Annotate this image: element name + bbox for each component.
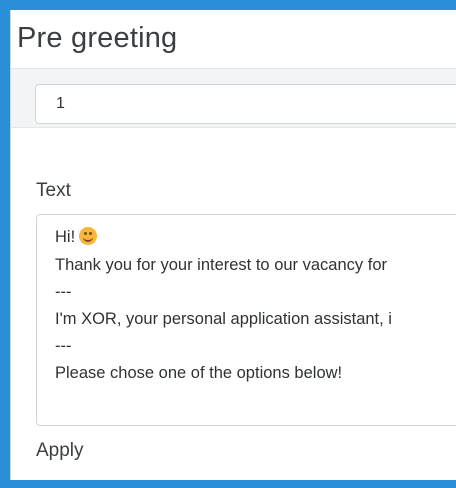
text-line: Hi! — [55, 227, 98, 247]
text-input[interactable]: Hi! Thank you for your interest to our v… — [36, 214, 456, 426]
panel-header: Pre greeting — [11, 10, 456, 69]
form-body: Text Hi! Thank you for your interest to … — [11, 128, 456, 488]
text-label: Text — [36, 180, 71, 201]
text-line: Please chose one of the options below! — [55, 364, 343, 382]
selector-band: 1 — [11, 69, 456, 128]
variant-select-value: 1 — [56, 95, 65, 112]
apply-label: Apply — [36, 440, 84, 461]
page-title: Pre greeting — [17, 22, 178, 54]
text-line: I'm XOR, your personal application assis… — [55, 310, 392, 328]
variant-select[interactable]: 1 — [35, 84, 456, 124]
text-line: Thank you for your interest to our vacan… — [55, 256, 387, 274]
text-line: --- — [55, 337, 72, 355]
text-line: --- — [55, 283, 72, 301]
pre-greeting-panel: Pre greeting 1 Text Hi! Thank you for yo… — [10, 10, 456, 480]
smiling-face-emoji-icon — [79, 227, 98, 245]
